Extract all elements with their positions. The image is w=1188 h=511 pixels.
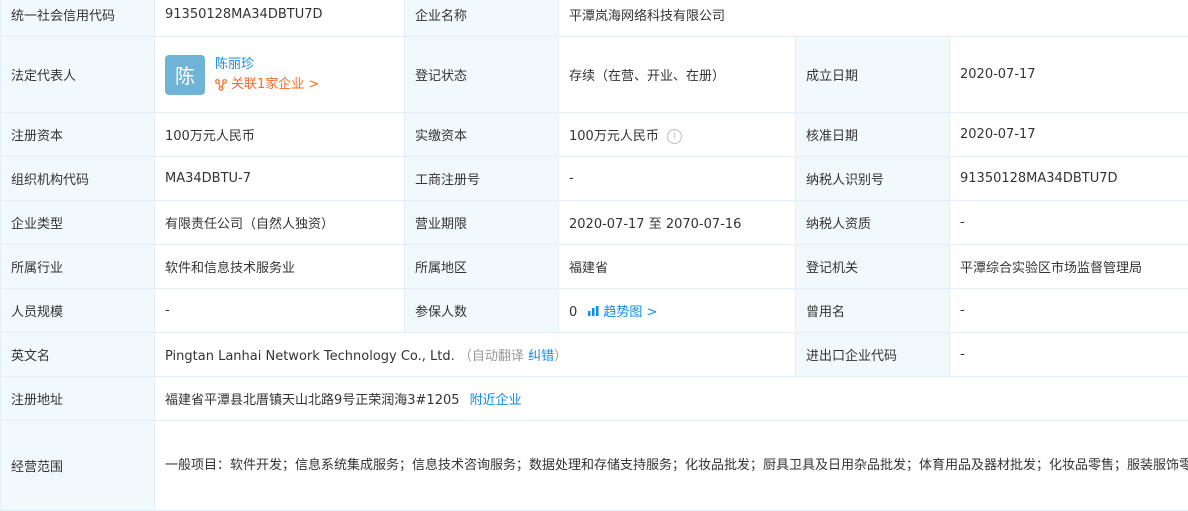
reg-address-value: 福建省平潭县北厝镇天山北路9号正荣润海3#1205 — [165, 393, 460, 408]
nearby-companies-link[interactable]: 附近企业 — [470, 393, 522, 408]
found-date-value: 2020-07-17 — [950, 37, 1188, 113]
network-icon — [215, 79, 227, 91]
region-label: 所属地区 — [405, 245, 559, 289]
company-type-value: 有限责任公司（自然人独资） — [155, 201, 405, 245]
reg-address-cell: 福建省平潭县北厝镇天山北路9号正荣润海3#1205 附近企业 — [155, 377, 1188, 421]
legal-rep-name-link[interactable]: 陈丽珍 — [215, 55, 319, 75]
info-circle-icon[interactable]: i — [667, 129, 682, 144]
approval-date-label: 核准日期 — [796, 113, 950, 157]
avatar[interactable]: 陈 — [165, 55, 205, 95]
auto-translate-note: （自动翻译 — [459, 349, 524, 364]
paid-capital-label: 实缴资本 — [405, 113, 559, 157]
taxpayer-qual-value: - — [950, 201, 1188, 245]
staff-size-label: 人员规模 — [1, 289, 155, 333]
reg-capital-value: 100万元人民币 — [155, 113, 405, 157]
reg-address-label: 注册地址 — [1, 377, 155, 421]
taxpayer-qual-label: 纳税人资质 — [796, 201, 950, 245]
reg-capital-label: 注册资本 — [1, 113, 155, 157]
reg-status-label: 登记状态 — [405, 37, 559, 113]
english-name-label: 英文名 — [1, 333, 155, 377]
table-row: 注册地址 福建省平潭县北厝镇天山北路9号正荣润海3#1205 附近企业 — [1, 377, 1188, 421]
company-info-table: 统一社会信用代码 91350128MA34DBTU7D 企业名称 平潭岚海网络科… — [0, 0, 1188, 511]
trend-chart-label: 趋势图 > — [603, 305, 657, 320]
related-companies-label: 关联1家企业 > — [231, 75, 319, 95]
insured-label: 参保人数 — [405, 289, 559, 333]
table-row: 统一社会信用代码 91350128MA34DBTU7D 企业名称 平潭岚海网络科… — [1, 0, 1188, 37]
biz-term-label: 营业期限 — [405, 201, 559, 245]
reg-authority-value: 平潭综合实验区市场监督管理局 — [950, 245, 1188, 289]
table-row: 注册资本 100万元人民币 实缴资本 100万元人民币 i 核准日期 2020-0… — [1, 113, 1188, 157]
uscc-label: 统一社会信用代码 — [1, 0, 155, 37]
former-name-value: - — [950, 289, 1188, 333]
biz-scope-label: 经营范围 — [1, 421, 155, 511]
related-companies-link[interactable]: 关联1家企业 > — [215, 75, 319, 95]
biz-reg-no-label: 工商注册号 — [405, 157, 559, 201]
reg-status-value: 存续（在营、开业、在册） — [559, 37, 796, 113]
industry-label: 所属行业 — [1, 245, 155, 289]
trend-chart-link[interactable]: 趋势图 > — [587, 305, 657, 320]
english-name-value: Pingtan Lanhai Network Technology Co., L… — [165, 349, 455, 364]
company-name-value: 平潭岚海网络科技有限公司 — [559, 0, 1188, 37]
found-date-label: 成立日期 — [796, 37, 950, 113]
company-type-label: 企业类型 — [1, 201, 155, 245]
company-name-label: 企业名称 — [405, 0, 559, 37]
legal-rep-cell: 陈 陈丽珍 关联1家企业 > — [155, 37, 405, 113]
taxpayer-id-value: 91350128MA34DBTU7D — [950, 157, 1188, 201]
table-row: 所属行业 软件和信息技术服务业 所属地区 福建省 登记机关 平潭综合实验区市场监… — [1, 245, 1188, 289]
table-row: 经营范围 一般项目：软件开发；信息系统集成服务；信息技术咨询服务；数据处理和存储… — [1, 421, 1188, 511]
biz-reg-no-value: - — [559, 157, 796, 201]
insured-cell: 0 趋势图 > — [559, 289, 796, 333]
table-row: 法定代表人 陈 陈丽珍 关联1家企业 > — [1, 37, 1188, 113]
insured-value: 0 — [569, 305, 577, 320]
uscc-value: 91350128MA34DBTU7D — [155, 0, 405, 37]
approval-date-value: 2020-07-17 — [950, 113, 1188, 157]
biz-term-value: 2020-07-17 至 2070-07-16 — [559, 201, 796, 245]
correct-link[interactable]: 纠错 — [528, 349, 554, 364]
legal-rep-label: 法定代表人 — [1, 37, 155, 113]
industry-value: 软件和信息技术服务业 — [155, 245, 405, 289]
taxpayer-id-label: 纳税人识别号 — [796, 157, 950, 201]
table-row: 组织机构代码 MA34DBTU-7 工商注册号 - 纳税人识别号 9135012… — [1, 157, 1188, 201]
staff-size-value: - — [155, 289, 405, 333]
biz-scope-value: 一般项目：软件开发；信息系统集成服务；信息技术咨询服务；数据处理和存储支持服务；… — [155, 421, 1188, 511]
paid-capital-value: 100万元人民币 — [569, 129, 659, 144]
region-value: 福建省 — [559, 245, 796, 289]
reg-authority-label: 登记机关 — [796, 245, 950, 289]
english-name-cell: Pingtan Lanhai Network Technology Co., L… — [155, 333, 796, 377]
paid-capital-cell: 100万元人民币 i — [559, 113, 796, 157]
table-row: 英文名 Pingtan Lanhai Network Technology Co… — [1, 333, 1188, 377]
org-code-value: MA34DBTU-7 — [155, 157, 405, 201]
org-code-label: 组织机构代码 — [1, 157, 155, 201]
import-export-label: 进出口企业代码 — [796, 333, 950, 377]
table-row: 企业类型 有限责任公司（自然人独资） 营业期限 2020-07-17 至 207… — [1, 201, 1188, 245]
former-name-label: 曾用名 — [796, 289, 950, 333]
import-export-value: - — [950, 333, 1188, 377]
table-row: 人员规模 - 参保人数 0 趋势图 > 曾用名 - — [1, 289, 1188, 333]
close-paren: ） — [554, 349, 567, 364]
bar-chart-icon — [587, 305, 600, 317]
